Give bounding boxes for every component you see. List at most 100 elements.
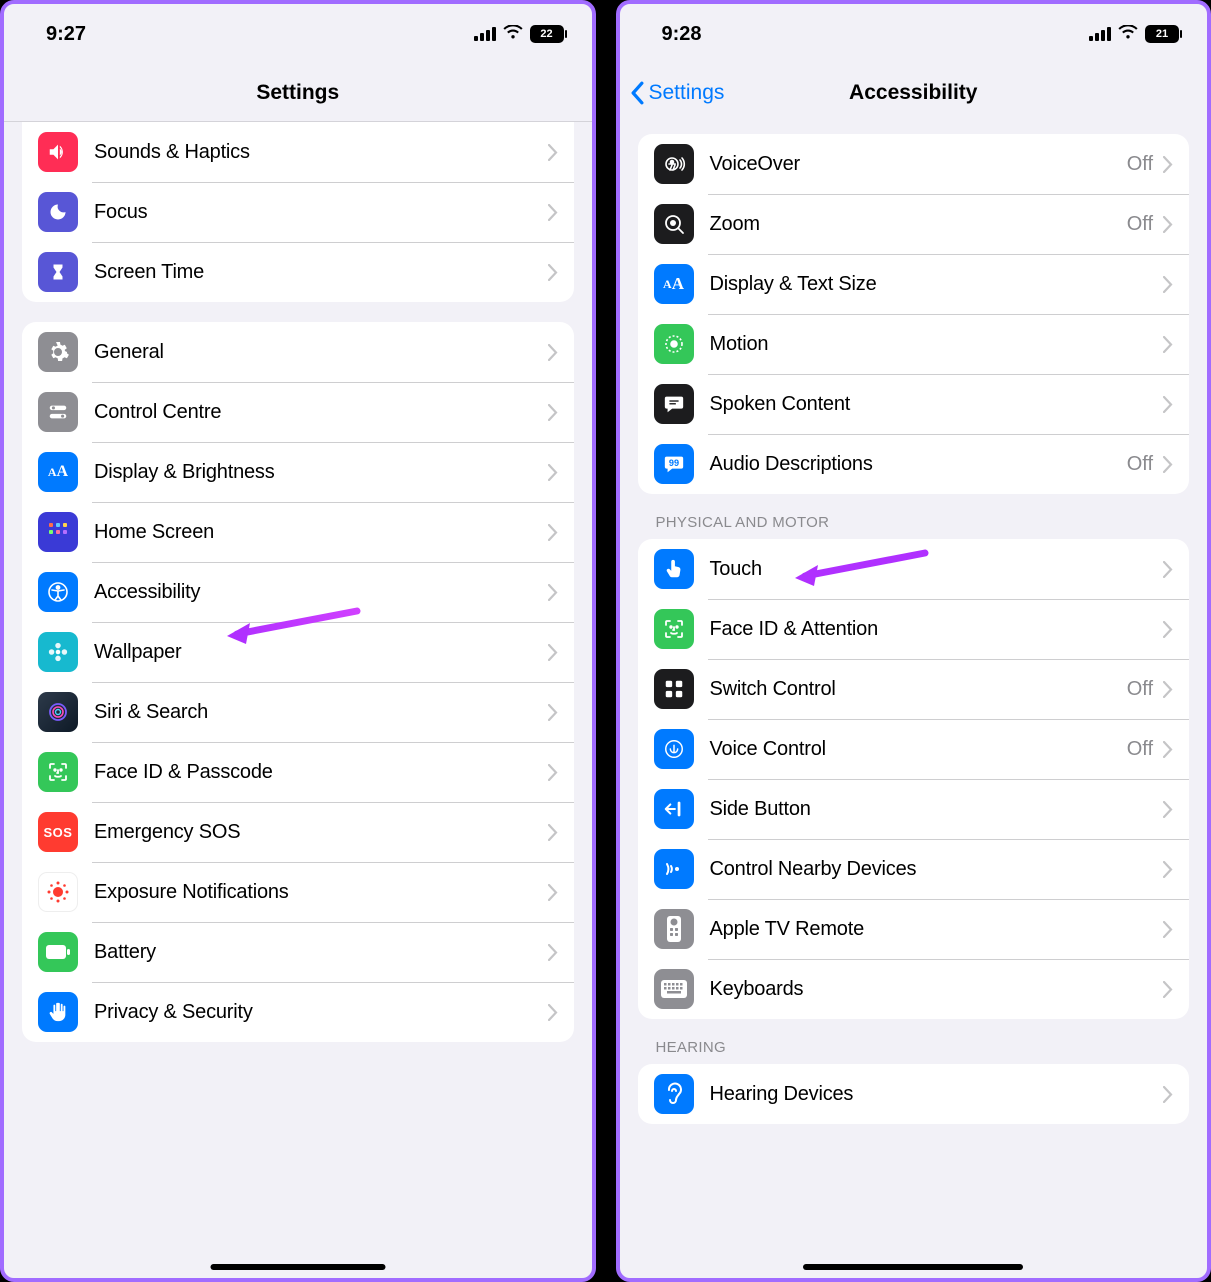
speech-bubble-icon [654,384,694,424]
row-label: Keyboards [710,978,1164,1001]
chevron-right-icon [1163,681,1173,698]
row-face-id-attention[interactable]: Face ID & Attention [638,599,1190,659]
row-label: Privacy & Security [94,1001,548,1024]
wifi-icon [503,23,523,46]
chevron-right-icon [1163,861,1173,878]
chevron-right-icon [548,884,558,901]
chevron-right-icon [1163,801,1173,818]
row-apple-tv-remote[interactable]: Apple TV Remote [638,899,1190,959]
row-value: Off [1127,738,1153,761]
chevron-right-icon [548,344,558,361]
row-home-screen[interactable]: Home Screen [22,502,574,562]
voiceover-icon [654,144,694,184]
row-label: Spoken Content [710,393,1164,416]
page-title: Accessibility [849,81,977,105]
row-control-nearby[interactable]: Control Nearby Devices [638,839,1190,899]
row-label: Zoom [710,213,1127,236]
home-indicator [210,1264,385,1270]
section-header-physical: PHYSICAL AND MOTOR [620,514,1208,539]
page-title: Settings [256,81,339,105]
row-label: Hearing Devices [710,1083,1164,1106]
row-face-id-passcode[interactable]: Face ID & Passcode [22,742,574,802]
siri-icon [38,692,78,732]
row-focus[interactable]: Focus [22,182,574,242]
status-time: 9:27 [46,23,86,46]
text-size-icon: AA [38,452,78,492]
remote-icon [654,909,694,949]
chevron-right-icon [1163,336,1173,353]
row-keyboards[interactable]: Keyboards [638,959,1190,1019]
row-screen-time[interactable]: Screen Time [22,242,574,302]
status-bar: 9:28 21 [620,4,1208,64]
accessibility-icon [38,572,78,612]
chevron-right-icon [1163,561,1173,578]
battery-icon: 22 [530,25,564,43]
nav-bar: Settings Accessibility [620,64,1208,122]
row-label: Wallpaper [94,641,548,664]
row-display-text-size[interactable]: AA Display & Text Size [638,254,1190,314]
wifi-icon [1118,23,1138,46]
row-audio-descriptions[interactable]: 99 Audio Descriptions Off [638,434,1190,494]
quote-bubble-icon: 99 [654,444,694,484]
chevron-right-icon [1163,456,1173,473]
chevron-right-icon [1163,621,1173,638]
row-label: Display & Brightness [94,461,548,484]
row-zoom[interactable]: Zoom Off [638,194,1190,254]
chevron-right-icon [548,824,558,841]
row-accessibility[interactable]: Accessibility [22,562,574,622]
chevron-right-icon [548,1004,558,1021]
moon-icon [38,192,78,232]
chevron-right-icon [548,944,558,961]
settings-content: Sounds & Haptics Focus Screen Time Gener… [4,122,592,1278]
row-label: Side Button [710,798,1164,821]
chevron-right-icon [548,204,558,221]
row-label: Emergency SOS [94,821,548,844]
row-privacy-security[interactable]: Privacy & Security [22,982,574,1042]
touch-icon [654,549,694,589]
face-id-icon [654,609,694,649]
row-motion[interactable]: Motion [638,314,1190,374]
row-label: Control Centre [94,401,548,424]
svg-text:99: 99 [668,458,678,468]
row-label: Face ID & Attention [710,618,1164,641]
chevron-right-icon [548,144,558,161]
chevron-right-icon [1163,1086,1173,1103]
hand-icon [38,992,78,1032]
row-label: Focus [94,201,548,224]
nav-bar: Settings [4,64,592,122]
chevron-right-icon [1163,981,1173,998]
row-battery[interactable]: Battery [22,922,574,982]
switch-control-icon [654,669,694,709]
chevron-right-icon [1163,741,1173,758]
row-sounds-haptics[interactable]: Sounds & Haptics [22,122,574,182]
row-value: Off [1127,213,1153,236]
row-switch-control[interactable]: Switch Control Off [638,659,1190,719]
row-label: Audio Descriptions [710,453,1127,476]
voice-control-icon [654,729,694,769]
speaker-icon [38,132,78,172]
nearby-icon [654,849,694,889]
zoom-icon [654,204,694,244]
row-emergency-sos[interactable]: SOS Emergency SOS [22,802,574,862]
row-display-brightness[interactable]: AA Display & Brightness [22,442,574,502]
row-exposure-notifications[interactable]: Exposure Notifications [22,862,574,922]
row-siri-search[interactable]: Siri & Search [22,682,574,742]
chevron-right-icon [1163,396,1173,413]
row-side-button[interactable]: Side Button [638,779,1190,839]
chevron-right-icon [548,264,558,281]
row-label: Face ID & Passcode [94,761,548,784]
row-value: Off [1127,153,1153,176]
row-control-centre[interactable]: Control Centre [22,382,574,442]
row-wallpaper[interactable]: Wallpaper [22,622,574,682]
row-value: Off [1127,453,1153,476]
row-voiceover[interactable]: VoiceOver Off [638,134,1190,194]
chevron-right-icon [548,644,558,661]
row-value: Off [1127,678,1153,701]
row-hearing-devices[interactable]: Hearing Devices [638,1064,1190,1124]
row-touch[interactable]: Touch [638,539,1190,599]
row-voice-control[interactable]: Voice Control Off [638,719,1190,779]
row-spoken-content[interactable]: Spoken Content [638,374,1190,434]
row-general[interactable]: General [22,322,574,382]
row-label: Switch Control [710,678,1127,701]
back-button[interactable]: Settings [630,81,725,105]
